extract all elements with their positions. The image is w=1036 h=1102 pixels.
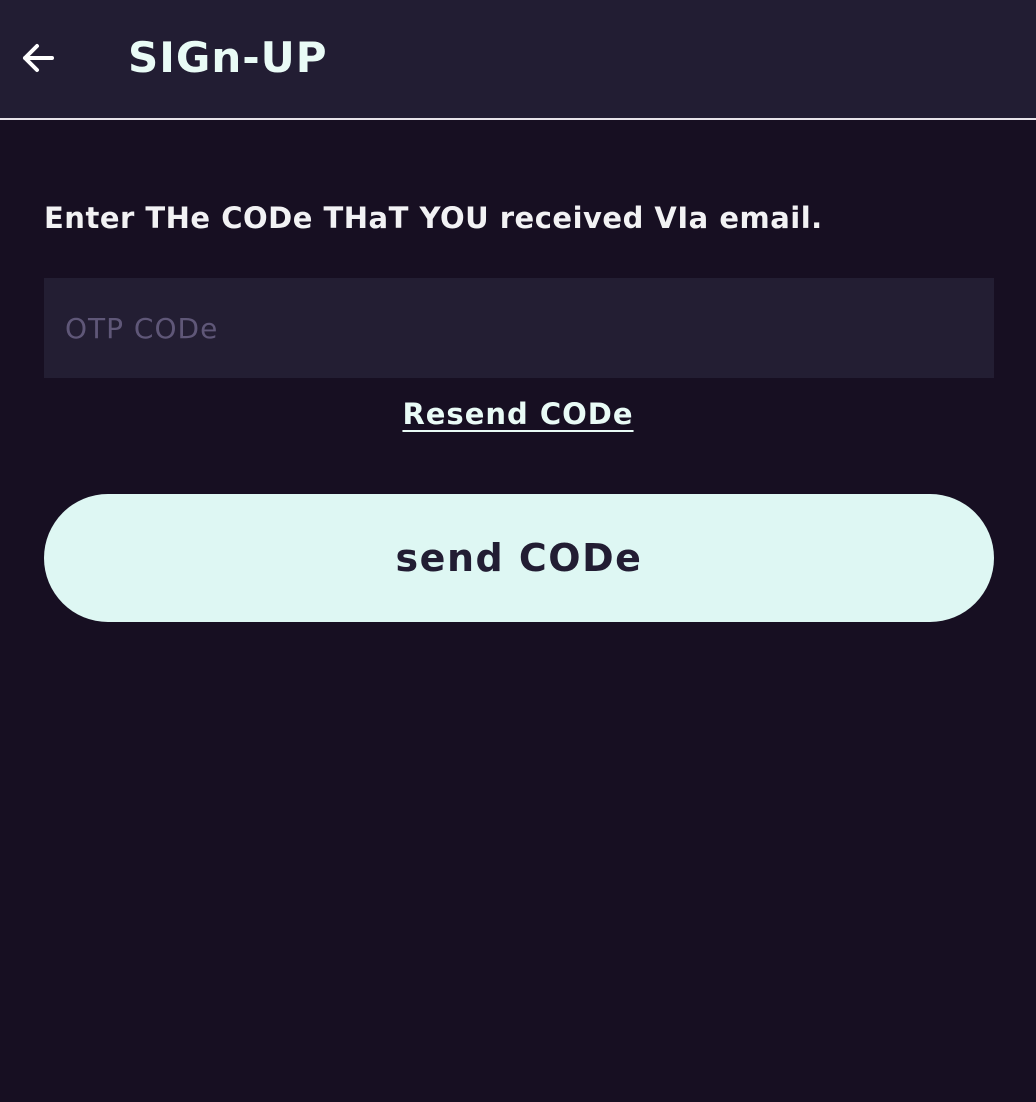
otp-code-input[interactable] xyxy=(44,278,994,378)
send-code-button[interactable]: send CODe xyxy=(44,494,994,622)
back-button[interactable] xyxy=(14,34,62,82)
arrow-left-icon xyxy=(23,44,54,72)
app-bar: SIGn-UP xyxy=(0,0,1036,120)
page-title: SIGn-UP xyxy=(128,33,328,82)
instruction-text: Enter THe CODe THaT YOU received VIa ema… xyxy=(44,201,823,235)
resend-code-link[interactable]: Resend CODe xyxy=(0,392,1036,436)
